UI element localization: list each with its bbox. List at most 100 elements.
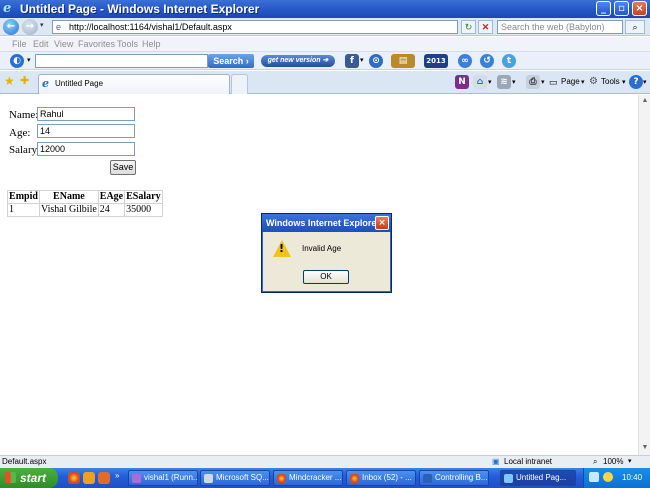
print-icon[interactable]: ⎙ <box>526 75 540 89</box>
twitter-icon[interactable]: t <box>502 54 516 68</box>
age-field[interactable]: 14 <box>37 124 135 138</box>
facebook-dropdown-icon[interactable]: ▾ <box>360 56 364 64</box>
sql-server-icon <box>204 474 213 483</box>
outlook-quicklaunch-icon[interactable] <box>83 472 95 484</box>
chrome-quicklaunch-icon[interactable] <box>68 472 80 484</box>
print-toolbar-icon[interactable]: ▤ <box>391 54 415 68</box>
babylon-logo-icon[interactable]: ◐ <box>10 54 24 68</box>
taskbar-item[interactable]: Inbox (52) - ... <box>346 470 416 486</box>
add-favorites-icon[interactable]: ✚ <box>20 74 29 87</box>
babylon-search-button[interactable]: Search › <box>208 54 254 68</box>
onenote-icon[interactable]: N <box>455 75 469 89</box>
babylon-dropdown-icon[interactable]: ▾ <box>27 56 31 64</box>
status-bar: Default.aspx ▣ Local intranet ⌕ 100% ▾ <box>0 455 650 468</box>
close-window-button[interactable]: × <box>632 1 647 16</box>
minimize-button[interactable]: _ <box>596 1 611 16</box>
page-menu[interactable]: Page <box>561 77 580 87</box>
name-field[interactable]: Rahul <box>37 107 135 121</box>
menu-bar: File Edit View Favorites Tools Help <box>0 37 650 52</box>
lock-icon[interactable]: ⊙ <box>369 54 383 68</box>
tools-menu[interactable]: Tools <box>601 77 620 87</box>
menu-tools[interactable]: Tools <box>117 39 138 50</box>
scroll-up-icon[interactable]: ▲ <box>640 96 650 106</box>
start-button[interactable]: start <box>0 468 58 488</box>
intranet-zone-icon: ▣ <box>492 457 500 466</box>
web-search-input[interactable]: Search the web (Babylon) <box>497 20 623 34</box>
ok-button[interactable]: OK <box>303 270 349 284</box>
taskbar-item[interactable]: Controlling B... <box>419 470 489 486</box>
translate-icon[interactable]: ∞ <box>458 54 472 68</box>
save-button[interactable]: Save <box>110 160 136 175</box>
windows-logo-icon <box>5 472 16 483</box>
recent-pages-dropdown-icon[interactable]: ▾ <box>40 21 44 29</box>
year-badge-icon[interactable]: 2013 <box>424 54 448 68</box>
address-text: http://localhost:1164/vishal1/Default.as… <box>69 22 232 32</box>
refresh-circle-icon[interactable]: ↺ <box>480 54 494 68</box>
babylon-search-label: Search <box>213 56 244 66</box>
tools-gear-icon: ⚙ <box>589 76 598 87</box>
back-button[interactable]: ← <box>3 19 19 35</box>
column-header: ESalary <box>124 190 163 204</box>
column-header: Empid <box>7 190 40 204</box>
cell-eage: 24 <box>97 203 126 217</box>
taskbar-item[interactable]: Microsoft SQ... <box>200 470 270 486</box>
table-row: 1 Vishal Gilbile 24 35000 <box>7 203 163 217</box>
menu-view[interactable]: View <box>54 39 73 50</box>
home-dropdown-icon[interactable]: ▾ <box>488 78 492 86</box>
zoom-dropdown-icon[interactable]: ▾ <box>628 457 632 467</box>
tools-dropdown-icon[interactable]: ▾ <box>622 78 626 86</box>
menu-favorites[interactable]: Favorites <box>78 39 115 50</box>
search-go-icon[interactable]: ⌕ <box>625 20 645 34</box>
visual-studio-icon <box>132 474 141 483</box>
menu-edit[interactable]: Edit <box>33 39 49 50</box>
quicklaunch-more-icon[interactable]: » <box>115 471 119 480</box>
network-icon[interactable] <box>589 472 599 482</box>
favorites-star-icon[interactable]: ★ <box>4 74 15 88</box>
taskbar-item-label: Untitled Pag... <box>516 473 567 482</box>
salary-field[interactable]: 12000 <box>37 142 135 156</box>
get-new-version-button[interactable]: get new version ➔ <box>261 55 335 67</box>
menu-help[interactable]: Help <box>142 39 161 50</box>
menu-file[interactable]: File <box>12 39 27 50</box>
new-tab-button[interactable] <box>231 74 248 94</box>
tab-ie-icon: e <box>42 77 49 90</box>
title-bar: e Untitled Page - Windows Internet Explo… <box>0 0 650 18</box>
feeds-icon[interactable]: ≋ <box>497 75 511 89</box>
facebook-icon[interactable]: f <box>345 54 359 68</box>
taskbar: start » vishal1 (Runn... Microsoft SQ...… <box>0 468 650 488</box>
taskbar-item[interactable]: Mindcracker ... <box>273 470 343 486</box>
help-icon[interactable]: ? <box>629 75 643 89</box>
help-dropdown-icon[interactable]: ▾ <box>643 78 647 86</box>
start-label: start <box>20 471 47 485</box>
tray-app-icon[interactable] <box>603 472 613 482</box>
stop-button[interactable]: ✕ <box>478 20 493 34</box>
address-toolbar: ← → ▾ e http://localhost:1164/vishal1/De… <box>0 18 650 36</box>
cell-ename: Vishal Gilbile <box>39 203 99 217</box>
chrome-icon <box>277 474 286 483</box>
security-zone[interactable]: Local intranet <box>504 457 552 467</box>
address-bar[interactable]: e http://localhost:1164/vishal1/Default.… <box>52 20 458 34</box>
refresh-button[interactable]: ↻ <box>461 20 476 34</box>
taskbar-item-label: Controlling B... <box>435 473 488 482</box>
babylon-toolbar: ◐ ▾ Search › get new version ➔ f ▾ ⊙ ▤ 2… <box>0 52 650 70</box>
tab-untitled-page[interactable]: e Untitled Page <box>38 74 230 94</box>
taskbar-item-active[interactable]: Untitled Pag... <box>500 470 576 486</box>
feeds-dropdown-icon[interactable]: ▾ <box>512 78 516 86</box>
word-icon <box>423 474 432 483</box>
dialog-title-bar[interactable]: Windows Internet Explorer × <box>262 214 391 232</box>
employee-grid: Empid EName EAge ESalary 1 Vishal Gilbil… <box>7 190 163 217</box>
dialog-close-button[interactable]: × <box>375 216 389 230</box>
zoom-level[interactable]: 100% <box>603 457 623 467</box>
vertical-scrollbar[interactable]: ▲ ▼ <box>638 95 650 455</box>
print-dropdown-icon[interactable]: ▾ <box>541 78 545 86</box>
forward-button[interactable]: → <box>22 19 38 35</box>
babylon-search-input[interactable] <box>35 54 208 68</box>
office-quicklaunch-icon[interactable] <box>98 472 110 484</box>
page-dropdown-icon[interactable]: ▾ <box>581 78 585 86</box>
maximize-button[interactable]: ▫ <box>614 1 629 16</box>
scroll-down-icon[interactable]: ▼ <box>640 443 650 453</box>
taskbar-item[interactable]: vishal1 (Runn... <box>128 470 198 486</box>
home-icon[interactable]: ⌂ <box>473 75 487 89</box>
grid-header-row: Empid EName EAge ESalary <box>7 190 163 204</box>
get-new-version-label: get new version <box>267 57 321 64</box>
